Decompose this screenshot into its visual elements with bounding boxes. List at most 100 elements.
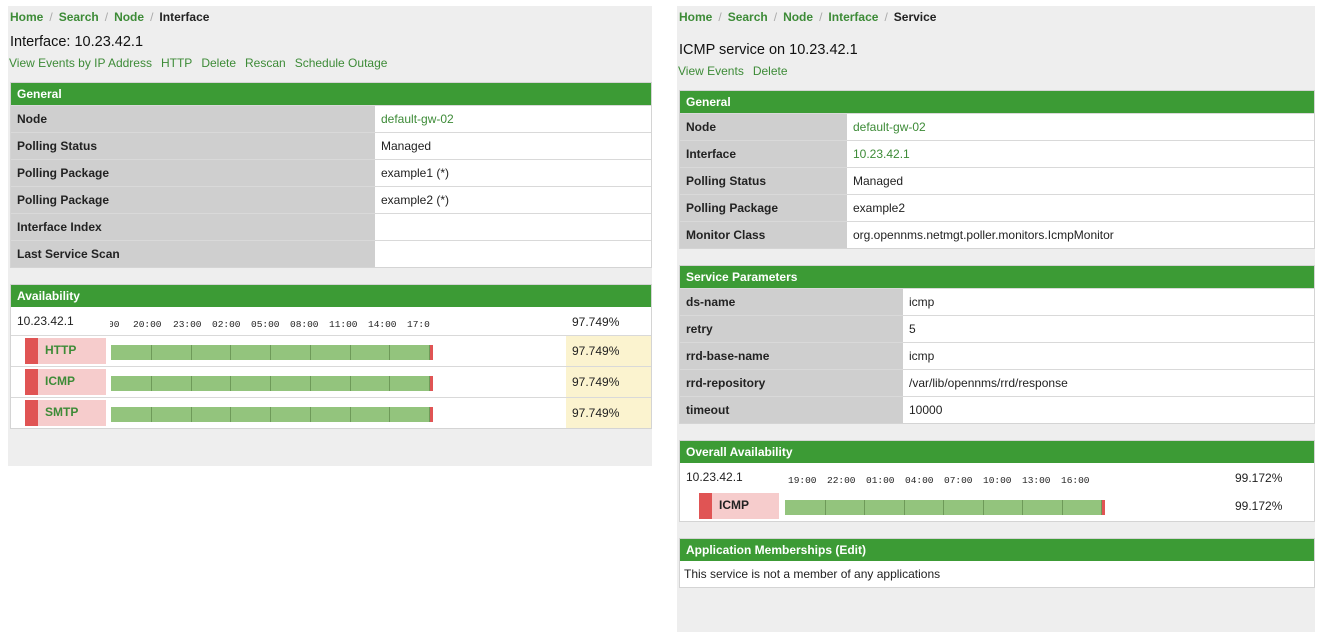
hour-tick xyxy=(983,500,984,515)
timeline-label: 22:00 xyxy=(827,475,856,486)
hour-tick xyxy=(230,407,231,422)
service-link-smtp[interactable]: SMTP xyxy=(45,405,78,419)
timeline-label: 00 xyxy=(110,319,120,330)
param-value: icmp xyxy=(903,288,1314,316)
availability-bar xyxy=(111,407,433,422)
service-parameters-heading: Service Parameters xyxy=(680,266,1314,288)
service-availability-pct: 99.172% xyxy=(1235,499,1283,513)
breadcrumb-search[interactable]: Search xyxy=(59,10,99,24)
breadcrumb-interface[interactable]: Interface xyxy=(828,10,878,24)
timeline-label: 16:00 xyxy=(1061,475,1090,486)
timeline-label: 20:00 xyxy=(133,319,162,330)
hour-tick xyxy=(151,345,152,360)
hour-tick xyxy=(151,407,152,422)
timeline-label: 13:00 xyxy=(1022,475,1051,486)
hour-tick xyxy=(151,376,152,391)
timeline-label: 17:0 xyxy=(407,319,430,330)
view-events-link[interactable]: View Events xyxy=(678,64,744,78)
row-key: Polling Status xyxy=(680,167,847,195)
outage-indicator xyxy=(25,400,38,426)
service-link-icmp[interactable]: ICMP xyxy=(45,374,75,388)
action-links: View Events Delete xyxy=(677,62,1315,80)
breadcrumb-home[interactable]: Home xyxy=(10,10,43,24)
service-availability-row-icmp: ICMP 99.172% xyxy=(680,491,1314,521)
service-parameters-table: ds-name icmp retry 5 rrd-base-name icmp rrd… xyxy=(680,288,1314,423)
hour-tick xyxy=(864,500,865,515)
http-link[interactable]: HTTP xyxy=(161,56,192,70)
schedule-outage-link[interactable]: Schedule Outage xyxy=(295,56,388,70)
table-row: Monitor Class org.opennms.netmgt.poller.m… xyxy=(680,221,1314,248)
availability-bar xyxy=(111,345,433,360)
overall-availability-heading: Overall Availability xyxy=(680,441,1314,463)
service-pct-cell: 97.749% xyxy=(566,336,651,366)
hour-tick xyxy=(904,500,905,515)
availability-timeline-row: 10.23.42.1 00 20:00 23:00 02:00 05:00 08… xyxy=(11,307,651,335)
breadcrumb-separator: / xyxy=(718,10,722,24)
interface-page: Home / Search / Node / Interface Interface: 10… xyxy=(8,6,652,466)
timeline-label: 01:00 xyxy=(866,475,895,486)
breadcrumb-node[interactable]: Node xyxy=(114,10,144,24)
outage-indicator xyxy=(25,369,38,395)
service-cell: ICMP xyxy=(699,493,779,519)
hour-tick xyxy=(270,376,271,391)
timeline-label: 14:00 xyxy=(368,319,397,330)
breadcrumb-node[interactable]: Node xyxy=(783,10,813,24)
timeline-label: 11:00 xyxy=(329,319,358,330)
row-key: Polling Package xyxy=(11,186,375,214)
param-value: icmp xyxy=(903,342,1314,370)
hour-tick xyxy=(389,407,390,422)
page-title: ICMP service on 10.23.42.1 xyxy=(679,42,858,58)
timeline-label: 23:00 xyxy=(173,319,202,330)
rescan-link[interactable]: Rescan xyxy=(245,56,286,70)
delete-link[interactable]: Delete xyxy=(201,56,236,70)
hour-tick xyxy=(825,500,826,515)
row-key: Polling Status xyxy=(11,132,375,160)
service-availability-pct: 97.749% xyxy=(572,406,620,420)
table-row: rrd-base-name icmp xyxy=(680,342,1314,370)
breadcrumb-separator: / xyxy=(150,10,154,24)
node-link[interactable]: default-gw-02 xyxy=(847,113,1314,141)
row-value: example2 (*) xyxy=(375,186,651,214)
hour-tick xyxy=(350,407,351,422)
hour-tick xyxy=(310,407,311,422)
availability-panel: Availability 10.23.42.1 00 20:00 23:00 0… xyxy=(10,284,652,429)
table-row: Node default-gw-02 xyxy=(680,113,1314,141)
delete-link[interactable]: Delete xyxy=(753,64,788,78)
breadcrumb: Home / Search / Node / Interface xyxy=(8,6,652,28)
service-name: ICMP xyxy=(719,498,749,512)
hour-tick xyxy=(270,407,271,422)
hour-tick xyxy=(310,345,311,360)
service-cell: ICMP xyxy=(25,369,106,395)
table-row: Polling Package example1 (*) xyxy=(11,159,651,187)
table-row: Node default-gw-02 xyxy=(11,105,651,133)
row-value: org.opennms.netmgt.poller.monitors.IcmpM… xyxy=(847,221,1314,248)
application-memberships-heading[interactable]: Application Memberships (Edit) xyxy=(680,539,1314,561)
overall-availability-panel: Overall Availability 10.23.42.1 19:00 22… xyxy=(679,440,1315,522)
interface-ip: 10.23.42.1 xyxy=(686,470,743,484)
view-events-by-ip-link[interactable]: View Events by IP Address xyxy=(9,56,152,70)
interface-link[interactable]: 10.23.42.1 xyxy=(847,140,1314,168)
action-links: View Events by IP Address HTTP Delete Resca… xyxy=(8,54,652,72)
service-availability-row-icmp: ICMP 97.749% xyxy=(11,366,651,397)
table-row: ds-name icmp xyxy=(680,288,1314,316)
row-key: Node xyxy=(680,113,847,141)
hour-tick xyxy=(1062,500,1063,515)
service-link-http[interactable]: HTTP xyxy=(45,343,76,357)
outage-indicator xyxy=(699,493,712,519)
application-memberships-panel: Application Memberships (Edit) This serv… xyxy=(679,538,1315,588)
breadcrumb-search[interactable]: Search xyxy=(728,10,768,24)
breadcrumb-separator: / xyxy=(819,10,823,24)
hour-tick xyxy=(1022,500,1023,515)
table-row: rrd-repository/var/lib/opennms/rrd/respo… xyxy=(680,369,1314,397)
availability-timeline-row: 10.23.42.1 19:00 22:00 01:00 04:00 07:00… xyxy=(680,463,1314,491)
availability-heading: Availability xyxy=(11,285,651,307)
node-link[interactable]: default-gw-02 xyxy=(375,105,651,133)
row-value: example2 xyxy=(847,194,1314,222)
breadcrumb-home[interactable]: Home xyxy=(679,10,712,24)
timeline-label: 08:00 xyxy=(290,319,319,330)
table-row: Polling Package example2 (*) xyxy=(11,186,651,214)
row-key: Last Service Scan xyxy=(11,240,375,267)
timeline-label: 10:00 xyxy=(983,475,1012,486)
hour-tick xyxy=(230,345,231,360)
row-value: Managed xyxy=(375,132,651,160)
